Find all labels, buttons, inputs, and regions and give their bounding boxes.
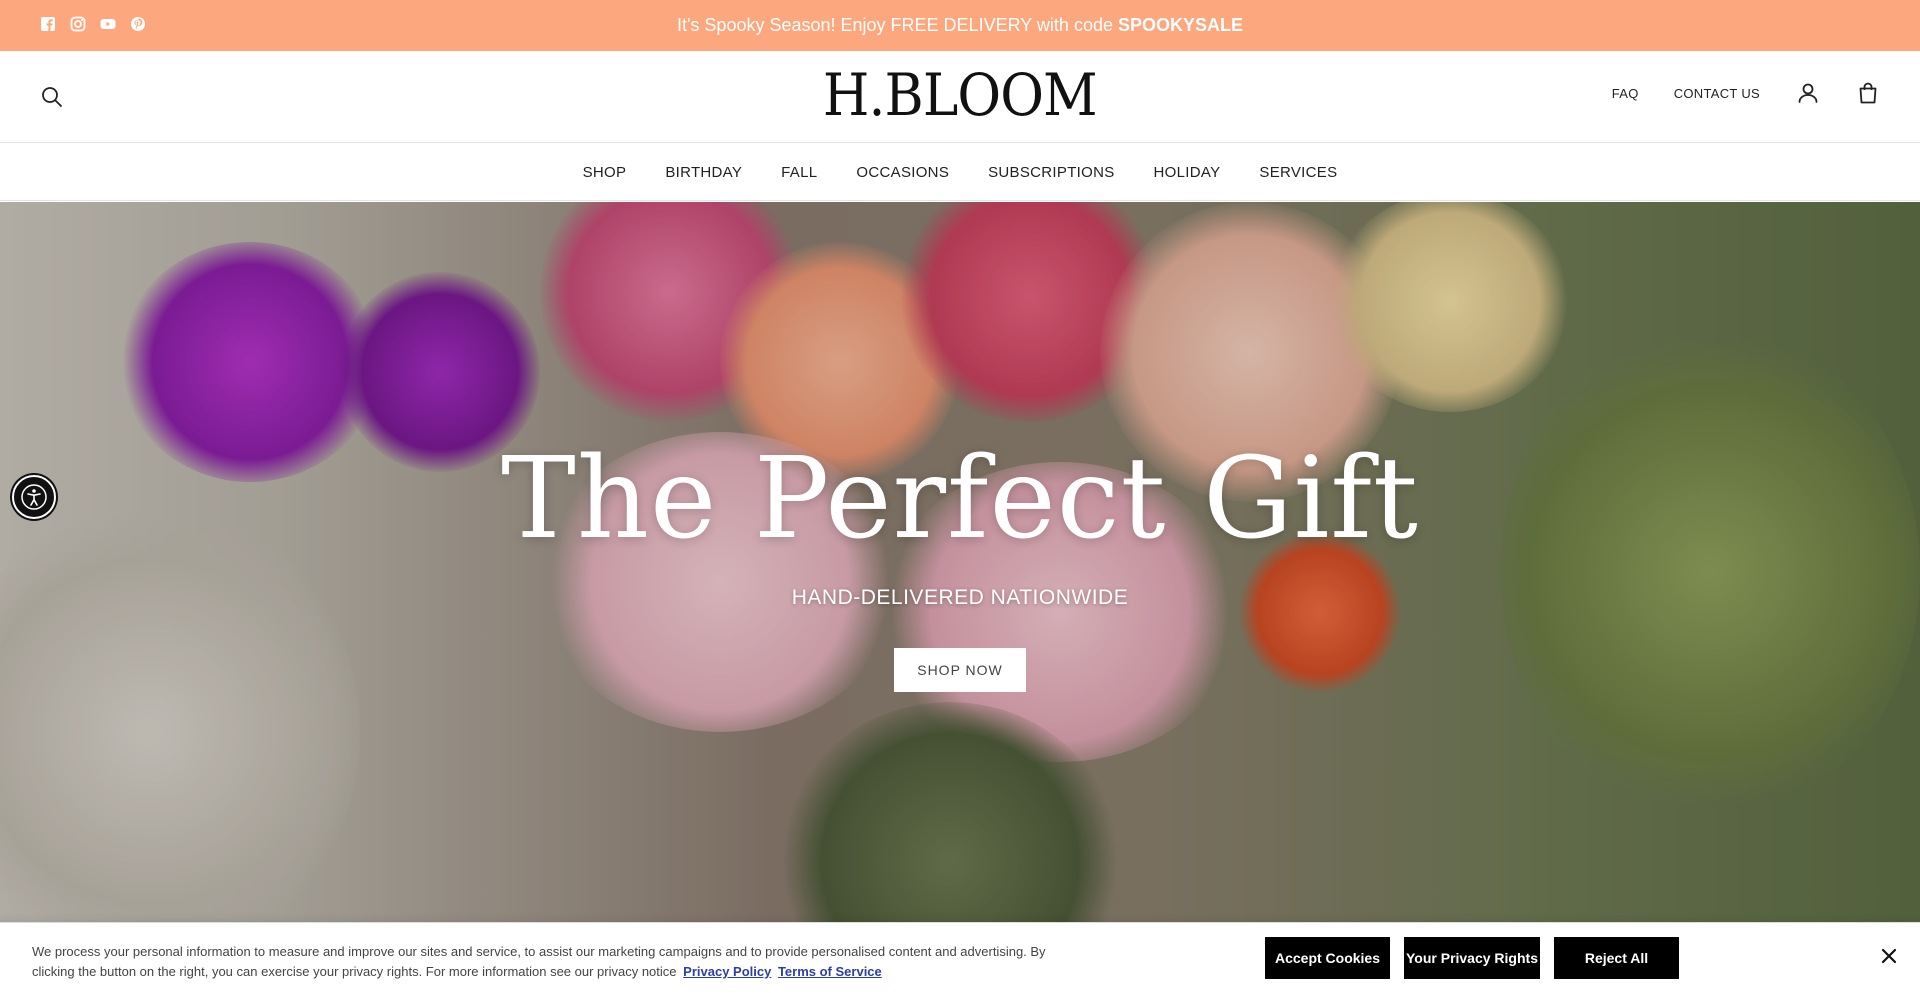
- account-icon[interactable]: [1796, 81, 1820, 105]
- cookie-message: We process your personal information to …: [32, 942, 1062, 982]
- nav-item-occasions[interactable]: OCCASIONS: [856, 164, 949, 181]
- accessibility-icon[interactable]: [12, 475, 56, 519]
- accept-cookies-button[interactable]: Accept Cookies: [1265, 937, 1390, 979]
- nav-item-birthday[interactable]: BIRTHDAY: [665, 164, 742, 181]
- hero-subtitle: HAND-DELIVERED NATIONWIDE: [791, 586, 1129, 609]
- cookie-text: We process your personal information to …: [32, 944, 1046, 979]
- pinterest-icon[interactable]: [130, 16, 146, 32]
- social-links: [40, 16, 146, 32]
- privacy-rights-button[interactable]: Your Privacy Rights: [1404, 937, 1540, 979]
- nav-item-fall[interactable]: FALL: [781, 164, 817, 181]
- youtube-icon[interactable]: [100, 16, 116, 32]
- privacy-policy-link[interactable]: Privacy Policy: [683, 964, 771, 979]
- faq-link[interactable]: FAQ: [1612, 86, 1639, 101]
- site-header: H.BLOOM FAQ CONTACT US: [0, 51, 1920, 143]
- announcement-text: It's Spooky Season! Enjoy FREE DELIVERY …: [676, 15, 1113, 35]
- announcement-bar: It's Spooky Season! Enjoy FREE DELIVERY …: [0, 0, 1920, 51]
- instagram-icon[interactable]: [70, 16, 86, 32]
- nav-item-shop[interactable]: SHOP: [583, 164, 627, 181]
- nav-item-subscriptions[interactable]: SUBSCRIPTIONS: [988, 164, 1114, 181]
- contact-link[interactable]: CONTACT US: [1674, 86, 1760, 101]
- nav-item-services[interactable]: SERVICES: [1259, 164, 1337, 181]
- header-utilities: FAQ CONTACT US: [1612, 81, 1880, 105]
- cookie-banner: We process your personal information to …: [0, 922, 1920, 993]
- main-nav: SHOP BIRTHDAY FALL OCCASIONS SUBSCRIPTIO…: [0, 144, 1920, 201]
- hero-title: The Perfect Gift: [501, 434, 1419, 564]
- terms-of-service-link[interactable]: Terms of Service: [778, 964, 882, 979]
- hero-banner: The Perfect Gift HAND-DELIVERED NATIONWI…: [0, 202, 1920, 922]
- nav-item-holiday[interactable]: HOLIDAY: [1154, 164, 1221, 181]
- promo-code: SPOOKYSALE: [1117, 15, 1244, 35]
- cart-icon[interactable]: [1856, 81, 1880, 105]
- close-icon[interactable]: [1880, 947, 1898, 965]
- shop-now-button[interactable]: SHOP NOW: [894, 648, 1026, 692]
- reject-all-button[interactable]: Reject All: [1554, 937, 1679, 979]
- facebook-icon[interactable]: [40, 16, 56, 32]
